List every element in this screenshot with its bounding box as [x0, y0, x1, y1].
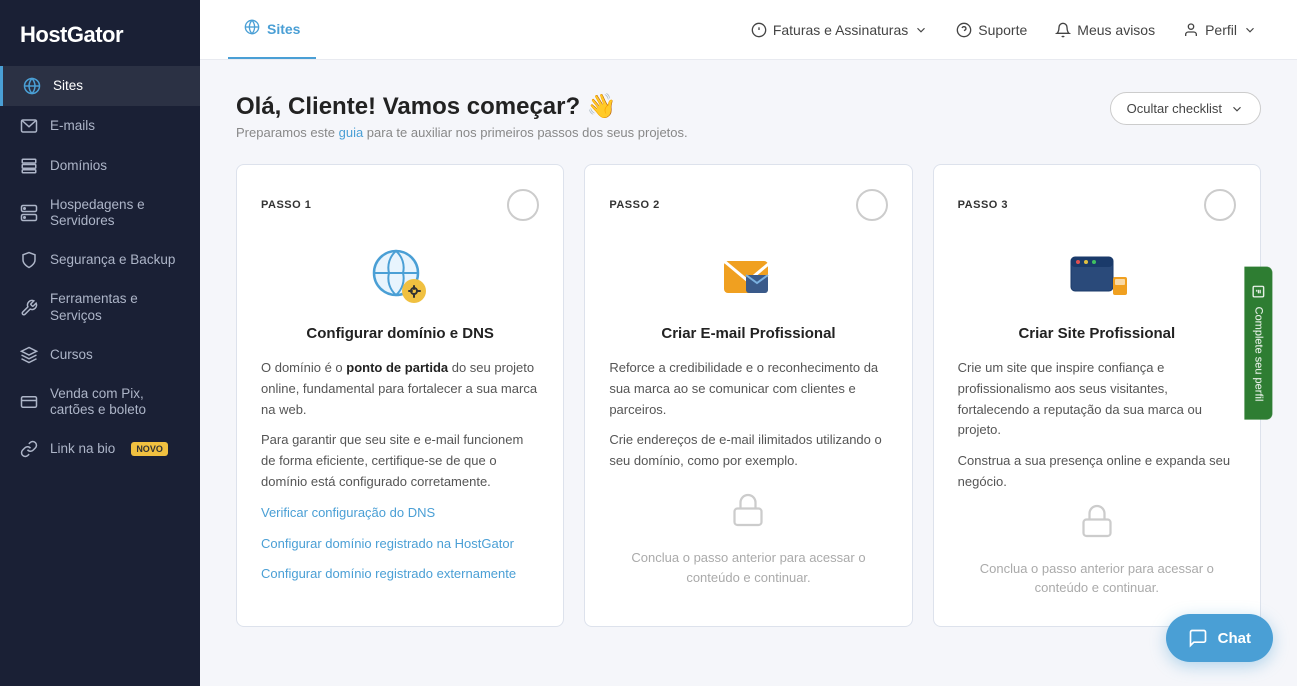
lock2-icon — [730, 492, 766, 536]
novo-badge: NOVO — [131, 442, 168, 456]
sidebar-item-tools-label: Ferramentas e Serviços — [50, 291, 180, 323]
step3-label: PASSO 3 — [958, 199, 1008, 211]
shield-icon — [20, 251, 38, 269]
step2-icon — [609, 245, 887, 309]
step2-circle[interactable] — [856, 189, 888, 221]
topnav-notifications[interactable]: Meus avisos — [1043, 0, 1167, 60]
sidebar-item-linknabio-label: Link na bio — [50, 441, 115, 457]
topnav-support[interactable]: Suporte — [944, 0, 1039, 60]
topnav-billing[interactable]: Faturas e Assinaturas — [739, 0, 940, 60]
page-content: Olá, Cliente! Vamos começar? 👋 Preparamo… — [200, 60, 1297, 686]
link-icon — [20, 440, 38, 458]
topnav-profile-label: Perfil — [1205, 22, 1237, 38]
page-subtitle: Preparamos este guia para te auxiliar no… — [236, 125, 688, 140]
sidebar-item-security-label: Segurança e Backup — [50, 252, 175, 268]
step2-body: Reforce a credibilidade e o reconhecimen… — [609, 358, 887, 482]
sidebar-item-domains-label: Domínios — [50, 158, 107, 174]
step1-label: PASSO 1 — [261, 199, 311, 211]
topnav-billing-label: Faturas e Assinaturas — [773, 22, 908, 38]
step1-body: O domínio é o ponto de partida do seu pr… — [261, 358, 539, 595]
step3-locked: Conclua o passo anterior para acessar o … — [958, 503, 1236, 598]
step1-header: PASSO 1 — [261, 189, 539, 221]
courses-icon — [20, 346, 38, 364]
sidebar-item-hosting-label: Hospedagens e Servidores — [50, 197, 180, 229]
greeting-section: Olá, Cliente! Vamos começar? 👋 Preparamo… — [236, 92, 688, 140]
logo: HostGator — [0, 0, 200, 66]
sidebar-item-tools[interactable]: Ferramentas e Serviços — [0, 280, 200, 334]
page-header: Olá, Cliente! Vamos começar? 👋 Preparamo… — [236, 92, 1261, 140]
domain-icon — [20, 157, 38, 175]
server-icon — [20, 204, 38, 222]
topnav-notifications-label: Meus avisos — [1077, 22, 1155, 38]
hide-checklist-label: Ocultar checklist — [1127, 101, 1222, 116]
topnav-right: Faturas e Assinaturas Suporte Meus aviso… — [739, 0, 1269, 60]
step1-link3[interactable]: Configurar domínio registrado externamen… — [261, 566, 516, 581]
topnav-profile[interactable]: Perfil — [1171, 0, 1269, 60]
step-card-3: PASSO 3 Criar Site Profissiona — [933, 164, 1261, 627]
topnav-sites[interactable]: Sites — [228, 0, 316, 59]
sidebar-item-hosting[interactable]: Hospedagens e Servidores — [0, 186, 200, 240]
page-title: Olá, Cliente! Vamos começar? 👋 — [236, 92, 688, 121]
sidebar-item-emails-label: E-mails — [50, 118, 95, 134]
step3-locked-text: Conclua o passo anterior para acessar o … — [958, 559, 1236, 598]
globe-icon — [23, 77, 41, 95]
step1-link1[interactable]: Verificar configuração do DNS — [261, 505, 435, 520]
step3-circle[interactable] — [1204, 189, 1236, 221]
profile-tab-label: Complete seu perfil — [1253, 307, 1265, 402]
sidebar-item-courses[interactable]: Cursos — [0, 335, 200, 375]
pix-icon — [20, 393, 38, 411]
step1-circle[interactable] — [507, 189, 539, 221]
sidebar-item-courses-label: Cursos — [50, 347, 93, 363]
step2-title: Criar E-mail Profissional — [609, 325, 887, 342]
lock3-icon — [1079, 503, 1115, 547]
step1-title: Configurar domínio e DNS — [261, 325, 539, 342]
tools-icon — [20, 299, 38, 317]
sidebar-item-emails[interactable]: E-mails — [0, 106, 200, 146]
step3-title: Criar Site Profissional — [958, 325, 1236, 342]
email-icon — [20, 117, 38, 135]
step1-link2[interactable]: Configurar domínio registrado na HostGat… — [261, 536, 514, 551]
step3-icon — [958, 245, 1236, 309]
step2-locked: Conclua o passo anterior para acessar o … — [609, 482, 887, 598]
main-content: Sites Faturas e Assinaturas Suporte Meus… — [200, 0, 1297, 686]
topnav-sites-label: Sites — [267, 21, 300, 37]
hide-checklist-button[interactable]: Ocultar checklist — [1110, 92, 1261, 125]
sidebar-item-pix[interactable]: Venda com Pix, cartões e boleto — [0, 375, 200, 429]
sidebar-item-domains[interactable]: Domínios — [0, 146, 200, 186]
step-card-2: PASSO 2 Criar E-mail Profissional Reforc… — [584, 164, 912, 627]
sidebar: HostGator Sites E-mails Domínios Hospeda… — [0, 0, 200, 686]
chat-button[interactable]: Chat — [1166, 614, 1273, 662]
step1-icon — [261, 245, 539, 309]
step3-body: Crie um site que inspire confiança e pro… — [958, 358, 1236, 503]
chat-label: Chat — [1218, 630, 1251, 647]
sidebar-item-security[interactable]: Segurança e Backup — [0, 240, 200, 280]
steps-grid: PASSO 1 Configurar domínio e DNS — [236, 164, 1261, 627]
step3-header: PASSO 3 — [958, 189, 1236, 221]
sidebar-item-sites[interactable]: Sites — [0, 66, 200, 106]
step2-locked-text: Conclua o passo anterior para acessar o … — [609, 548, 887, 587]
step-card-1: PASSO 1 Configurar domínio e DNS — [236, 164, 564, 627]
profile-tab[interactable]: Complete seu perfil — [1245, 267, 1273, 420]
sidebar-item-pix-label: Venda com Pix, cartões e boleto — [50, 386, 180, 418]
topnav-globe-icon — [244, 19, 260, 38]
top-navigation: Sites Faturas e Assinaturas Suporte Meus… — [200, 0, 1297, 60]
topnav-support-label: Suporte — [978, 22, 1027, 38]
sidebar-item-linknabio[interactable]: Link na bio NOVO — [0, 429, 200, 469]
sidebar-item-sites-label: Sites — [53, 78, 83, 94]
step2-label: PASSO 2 — [609, 199, 659, 211]
step2-header: PASSO 2 — [609, 189, 887, 221]
guide-link[interactable]: guia — [339, 125, 364, 140]
